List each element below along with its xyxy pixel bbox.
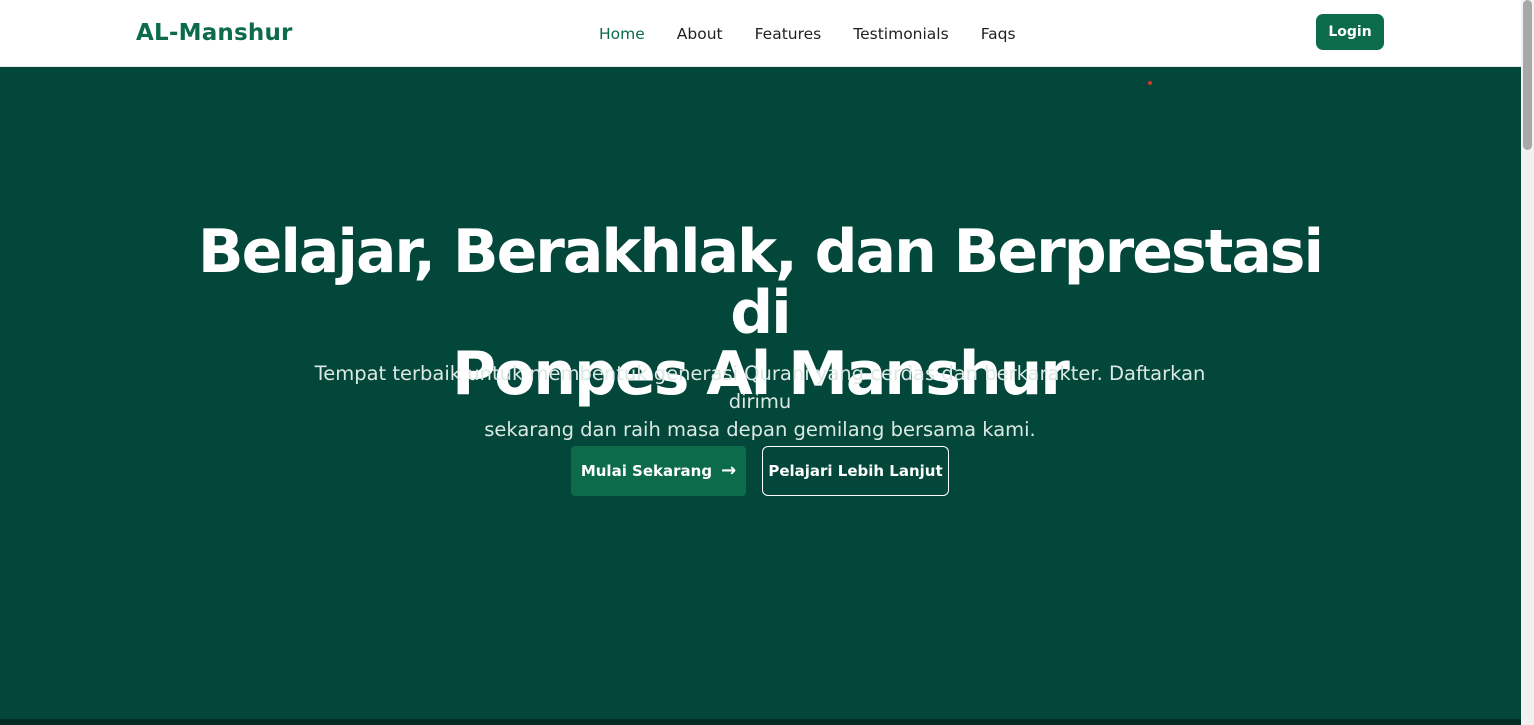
decorative-dot (1148, 81, 1152, 85)
hero-subtitle: Tempat terbaik untuk membentuk generasi … (300, 360, 1220, 444)
nav-link-faqs[interactable]: Faqs (981, 22, 1016, 46)
start-now-label: Mulai Sekarang (580, 462, 713, 480)
top-navbar: AL-Manshur Home About Features Testimoni… (0, 0, 1521, 67)
page: AL-Manshur Home About Features Testimoni… (0, 0, 1521, 725)
nav-links: Home About Features Testimonials Faqs (599, 22, 1048, 46)
nav-link-about[interactable]: About (677, 22, 723, 46)
nav-link-home[interactable]: Home (599, 22, 645, 46)
vertical-scrollbar[interactable] (1521, 0, 1534, 725)
hero-title-line-1: Belajar, Berakhlak, dan Berprestasi di (197, 217, 1324, 348)
arrow-right-icon: → (721, 460, 737, 481)
learn-more-button[interactable]: Pelajari Lebih Lanjut (762, 446, 949, 496)
nav-link-features[interactable]: Features (755, 22, 822, 46)
site-logo[interactable]: AL-Manshur (136, 18, 293, 48)
start-now-button[interactable]: Mulai Sekarang → (571, 446, 746, 496)
scrollbar-thumb[interactable] (1523, 0, 1532, 150)
section-divider (0, 719, 1521, 725)
hero-subtitle-line-1: Tempat terbaik untuk membentuk generasi … (314, 362, 1206, 413)
nav-link-testimonials[interactable]: Testimonials (853, 22, 948, 46)
hero-subtitle-line-2: sekarang dan raih masa depan gemilang be… (484, 418, 1036, 441)
login-button[interactable]: Login (1316, 14, 1384, 50)
